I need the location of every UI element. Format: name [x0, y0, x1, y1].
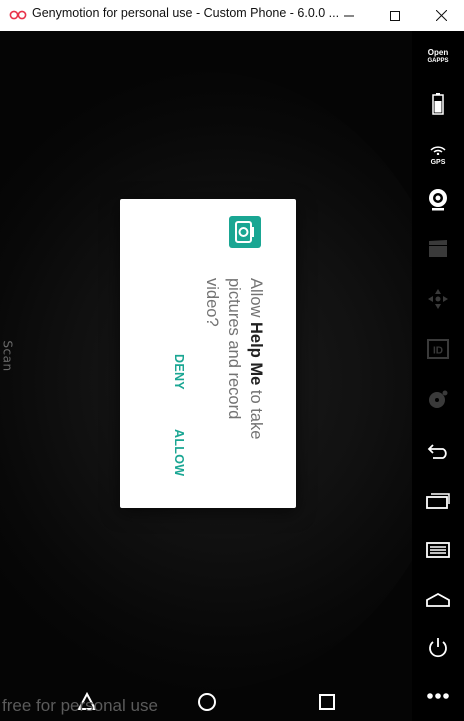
recents-square-icon: [319, 694, 335, 710]
permission-dialog: Allow Help Me to take pictures and recor…: [120, 199, 296, 508]
menu-icon: [426, 542, 450, 558]
home-circle-icon: [198, 693, 216, 711]
window-titlebar: Genymotion for personal use - Custom Pho…: [0, 0, 464, 32]
disk-icon: [429, 390, 448, 408]
device-screen[interactable]: Scan Allow Help Me to take pictures and …: [0, 31, 412, 721]
home-button[interactable]: [422, 584, 454, 616]
nav-home-button[interactable]: [187, 682, 227, 721]
personal-use-watermark: free for personal use: [2, 696, 158, 715]
app-name: Help Me: [247, 322, 265, 386]
close-icon: [435, 10, 447, 21]
minimize-button[interactable]: [326, 0, 372, 31]
nav-recents-button[interactable]: [307, 682, 347, 721]
battery-icon: [432, 93, 444, 115]
device-id-icon: ID: [427, 339, 449, 359]
permission-message: Allow Help Me to take pictures and recor…: [201, 278, 267, 458]
genymotion-sidebar: Open GAPPS GPS ID: [412, 31, 464, 721]
opengapps-button[interactable]: Open GAPPS: [422, 41, 454, 73]
battery-button[interactable]: [422, 88, 454, 120]
scan-label: Scan: [0, 340, 15, 372]
more-button[interactable]: [422, 680, 454, 712]
back-button[interactable]: [422, 435, 454, 467]
maximize-icon: [390, 10, 400, 21]
gps-label: GPS: [430, 158, 446, 166]
dpad-icon: [428, 289, 448, 309]
gps-button[interactable]: GPS: [422, 137, 454, 169]
close-button[interactable]: [418, 0, 464, 31]
window-title: Genymotion for personal use - Custom Pho…: [32, 6, 340, 20]
device-id-button[interactable]: ID: [422, 333, 454, 365]
opengapps-line1: Open: [427, 48, 449, 57]
dpad-button[interactable]: [422, 283, 454, 315]
deny-button[interactable]: DENY: [172, 354, 186, 390]
recent-apps-button[interactable]: [422, 484, 454, 516]
camera-icon: [229, 216, 261, 248]
power-button[interactable]: [422, 632, 454, 664]
media-button[interactable]: [422, 233, 454, 265]
gps-icon: GPS: [430, 140, 446, 167]
media-clapper-icon: [429, 240, 447, 257]
menu-button[interactable]: [422, 534, 454, 566]
permission-text-prefix: Allow: [247, 278, 265, 323]
more-icon: [427, 693, 449, 699]
webcam-button[interactable]: [422, 184, 454, 216]
svg-text:ID: ID: [433, 346, 443, 357]
back-icon: [427, 444, 447, 459]
maximize-button[interactable]: [372, 0, 418, 31]
disk-button[interactable]: [422, 383, 454, 415]
permission-dialog-content: Allow Help Me to take pictures and recor…: [120, 199, 296, 508]
minimize-icon: [344, 15, 354, 16]
genymotion-logo-icon: [9, 10, 27, 20]
power-icon: [429, 638, 447, 658]
opengapps-icon: Open GAPPS: [427, 49, 448, 65]
opengapps-line2: GAPPS: [427, 58, 449, 64]
webcam-icon: [429, 189, 447, 211]
allow-button[interactable]: ALLOW: [172, 429, 186, 476]
home-icon: [426, 593, 450, 607]
recent-apps-icon: [426, 493, 450, 509]
